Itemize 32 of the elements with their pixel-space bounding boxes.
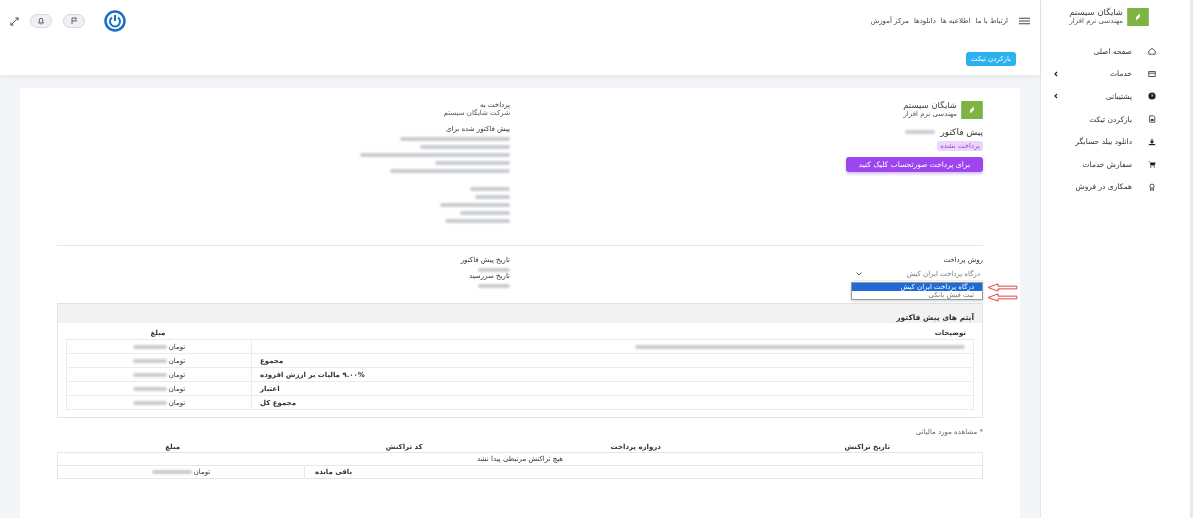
power-icon[interactable] — [104, 10, 126, 32]
logo-icon — [961, 101, 983, 119]
brand-name: شایگان سیستم — [903, 101, 957, 111]
menu-icon[interactable] — [1019, 17, 1030, 25]
home-icon — [1148, 47, 1156, 56]
invoice-title: پیش فاکتور — [940, 127, 983, 137]
blurred-text — [132, 358, 167, 363]
blurred-text — [905, 130, 936, 134]
expand-icon[interactable] — [10, 16, 19, 26]
blurred-text — [132, 372, 167, 377]
download-icon — [1148, 137, 1156, 146]
brand-name: شایگان سیستم — [1069, 8, 1123, 18]
award-icon — [1148, 182, 1156, 191]
caret-icon — [856, 271, 862, 276]
blurred-text — [470, 187, 510, 191]
blurred-text — [478, 284, 510, 288]
blurred-text — [132, 400, 167, 405]
blurred-text — [475, 195, 510, 199]
logo-icon — [1127, 8, 1149, 26]
cart-icon — [1148, 160, 1156, 169]
blurred-text — [478, 268, 510, 272]
blurred-text — [445, 219, 510, 223]
flag-icon[interactable] — [63, 14, 85, 28]
blurred-text — [132, 386, 167, 391]
blurred-text — [440, 203, 510, 207]
file-icon — [1148, 115, 1156, 124]
blurred-text — [151, 470, 192, 474]
blurred-text — [132, 344, 167, 349]
blurred-text — [460, 211, 510, 215]
bell-icon[interactable] — [30, 14, 52, 28]
help-icon — [1148, 92, 1156, 101]
card-icon — [1148, 69, 1156, 78]
